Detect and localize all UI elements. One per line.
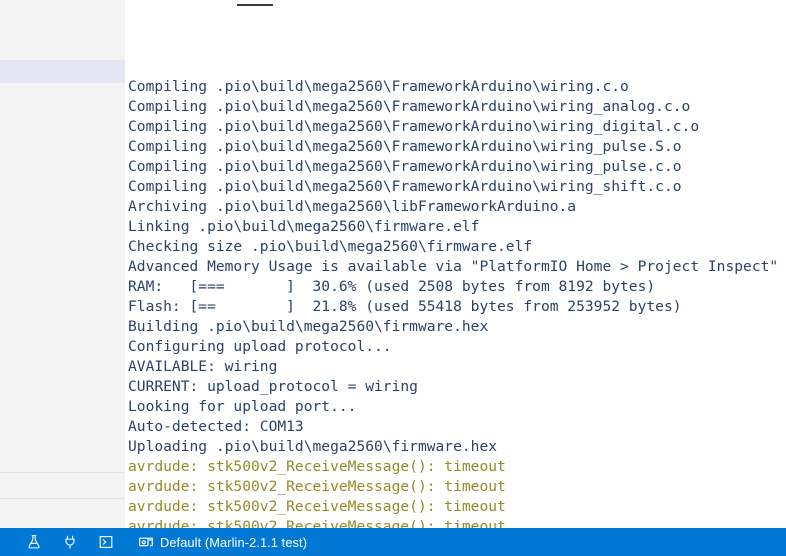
terminal-line: Configuring upload protocol... <box>128 338 392 355</box>
terminal-line: Advanced Memory Usage is available via "… <box>128 258 779 275</box>
terminal-line: Compiling .pio\build\mega2560\FrameworkA… <box>128 178 682 195</box>
terminal-line: CURRENT: upload_protocol = wiring <box>128 378 418 395</box>
plug-icon <box>61 534 78 551</box>
sidebar-divider-2 <box>0 498 125 499</box>
terminal-line: avrdude: stk500v2_ReceiveMessage(): time… <box>128 498 506 515</box>
terminal-line: Compiling .pio\build\mega2560\FrameworkA… <box>128 138 682 155</box>
terminal-line: Linking .pio\build\mega2560\firmware.elf <box>128 218 480 235</box>
terminal-line: avrdude: stk500v2_ReceiveMessage(): time… <box>128 478 506 495</box>
terminal-line: AVAILABLE: wiring <box>128 358 278 375</box>
terminal-line: avrdude: stk500v2_ReceiveMessage(): time… <box>128 518 506 528</box>
explorer-sidebar[interactable] <box>0 0 125 528</box>
terminal-icon <box>97 534 114 551</box>
flask-icon <box>25 534 42 551</box>
status-bar-left-spacer <box>0 528 18 556</box>
terminal-line: Compiling .pio\build\mega2560\FrameworkA… <box>128 118 700 135</box>
vscode-window: Compiling .pio\build\mega2560\FrameworkA… <box>0 0 786 556</box>
status-bar-item-serial-monitor[interactable] <box>54 528 90 556</box>
sidebar-row-3[interactable] <box>0 83 125 472</box>
status-bar: Default (Marlin-2.1.1 test) <box>0 528 786 556</box>
sidebar-row-selected[interactable] <box>0 60 125 83</box>
terminal-output[interactable]: Compiling .pio\build\mega2560\FrameworkA… <box>128 17 786 528</box>
terminal-line: Compiling .pio\build\mega2560\FrameworkA… <box>128 78 629 95</box>
terminal-line: Looking for upload port... <box>128 398 357 415</box>
terminal-line: Uploading .pio\build\mega2560\firmware.h… <box>128 438 498 455</box>
terminal-line: Compiling .pio\build\mega2560\FrameworkA… <box>128 158 682 175</box>
terminal-line: Flash: [== ] 21.8% (used 55418 bytes fro… <box>128 298 682 315</box>
remote-window-icon <box>138 534 155 551</box>
scrolled-partial-line <box>237 4 273 6</box>
terminal-line: Checking size .pio\build\mega2560\firmwa… <box>128 238 533 255</box>
status-bar-item-project-environment[interactable]: Default (Marlin-2.1.1 test) <box>126 528 314 556</box>
sidebar-divider-1 <box>0 472 125 473</box>
terminal-line: Building .pio\build\mega2560\firmware.he… <box>128 318 489 335</box>
integrated-terminal[interactable]: Compiling .pio\build\mega2560\FrameworkA… <box>125 0 786 528</box>
terminal-line: RAM: [=== ] 30.6% (used 2508 bytes from … <box>128 278 656 295</box>
terminal-line: Auto-detected: COM13 <box>128 418 304 435</box>
terminal-line: avrdude: stk500v2_ReceiveMessage(): time… <box>128 458 506 475</box>
status-bar-item-project-environment-label: Default (Marlin-2.1.1 test) <box>160 534 308 550</box>
terminal-line: Archiving .pio\build\mega2560\libFramewo… <box>128 198 577 215</box>
status-bar-item-platformio-home[interactable] <box>18 528 54 556</box>
status-bar-item-new-terminal[interactable] <box>90 528 126 556</box>
terminal-line: Compiling .pio\build\mega2560\FrameworkA… <box>128 98 691 115</box>
sidebar-row-1[interactable] <box>0 0 125 60</box>
